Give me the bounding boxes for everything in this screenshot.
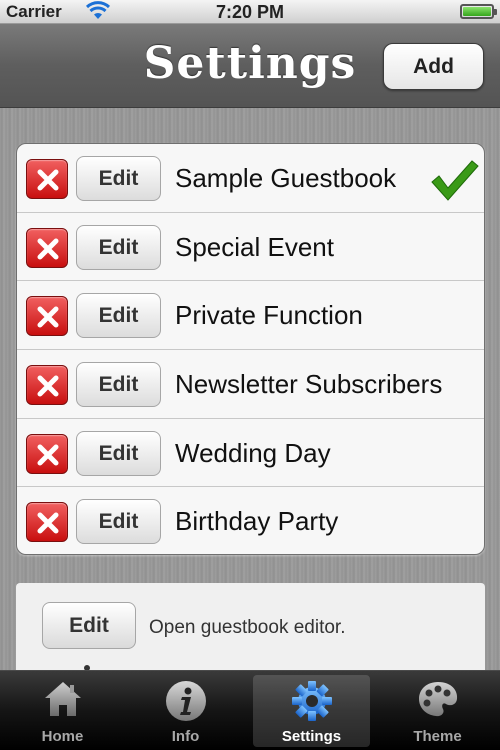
guestbook-row[interactable]: Edit Wedding Day bbox=[17, 419, 484, 488]
delete-button[interactable] bbox=[26, 159, 68, 199]
delete-button[interactable] bbox=[26, 227, 68, 268]
guestbook-name: Wedding Day bbox=[175, 437, 331, 468]
edit-button[interactable]: Edit bbox=[76, 293, 161, 339]
edit-button[interactable]: Edit bbox=[76, 224, 161, 270]
delete-button[interactable] bbox=[26, 296, 68, 337]
guestbook-row[interactable]: Edit Special Event bbox=[17, 213, 484, 282]
tab-info[interactable]: Info bbox=[127, 675, 244, 747]
edit-button[interactable]: Edit bbox=[76, 430, 161, 476]
editor-panel: Edit Open guestbook editor. bbox=[16, 583, 485, 683]
guestbook-list: Edit Sample Guestbook Edit Special Event… bbox=[16, 143, 485, 555]
editor-description: Open guestbook editor. bbox=[149, 617, 346, 638]
delete-button[interactable] bbox=[26, 433, 68, 474]
add-button[interactable]: Add bbox=[383, 43, 484, 90]
tab-label: Settings bbox=[281, 728, 342, 745]
guestbook-row[interactable]: Edit Private Function bbox=[17, 281, 484, 351]
guestbook-row[interactable]: Edit Newsletter Subscribers bbox=[17, 350, 484, 419]
status-bar: Carrier 7:20 PM bbox=[0, 0, 500, 24]
tab-theme[interactable]: Theme bbox=[379, 675, 496, 747]
checkmark-icon bbox=[431, 160, 479, 201]
tab-label: Home bbox=[41, 728, 84, 745]
guestbook-name: Newsletter Subscribers bbox=[175, 369, 443, 400]
edit-button[interactable]: Edit bbox=[76, 499, 161, 545]
tab-home[interactable]: Home bbox=[4, 675, 121, 747]
x-icon bbox=[37, 375, 59, 397]
x-icon bbox=[37, 444, 59, 466]
x-icon bbox=[37, 169, 59, 191]
status-time: 7:20 PM bbox=[215, 2, 285, 22]
x-icon bbox=[37, 512, 59, 534]
navigation-bar: Settings Add bbox=[0, 24, 500, 108]
gear-icon bbox=[292, 681, 332, 721]
guestbook-name: Birthday Party bbox=[175, 506, 339, 537]
x-icon bbox=[37, 306, 59, 328]
guestbook-name: Private Function bbox=[175, 300, 363, 331]
tab-label: Theme bbox=[413, 728, 462, 745]
tab-settings[interactable]: Settings bbox=[253, 675, 370, 747]
open-editor-button[interactable]: Edit bbox=[42, 602, 136, 649]
palette-icon bbox=[419, 682, 458, 717]
guestbook-row[interactable]: Edit Sample Guestbook bbox=[17, 144, 484, 213]
delete-button[interactable] bbox=[26, 365, 68, 406]
x-icon bbox=[37, 238, 59, 260]
guestbook-name: Special Event bbox=[175, 231, 334, 262]
info-icon bbox=[166, 681, 206, 721]
edit-button[interactable]: Edit bbox=[76, 156, 161, 201]
tab-bar: Home Info Settings Theme bbox=[0, 670, 500, 750]
guestbook-row[interactable]: Edit Birthday Party bbox=[17, 487, 484, 554]
edit-button[interactable]: Edit bbox=[76, 362, 161, 408]
battery-icon bbox=[460, 4, 497, 19]
house-icon bbox=[45, 682, 81, 716]
tab-label: Info bbox=[171, 728, 200, 745]
delete-button[interactable] bbox=[26, 502, 68, 543]
guestbook-name: Sample Guestbook bbox=[175, 163, 397, 193]
